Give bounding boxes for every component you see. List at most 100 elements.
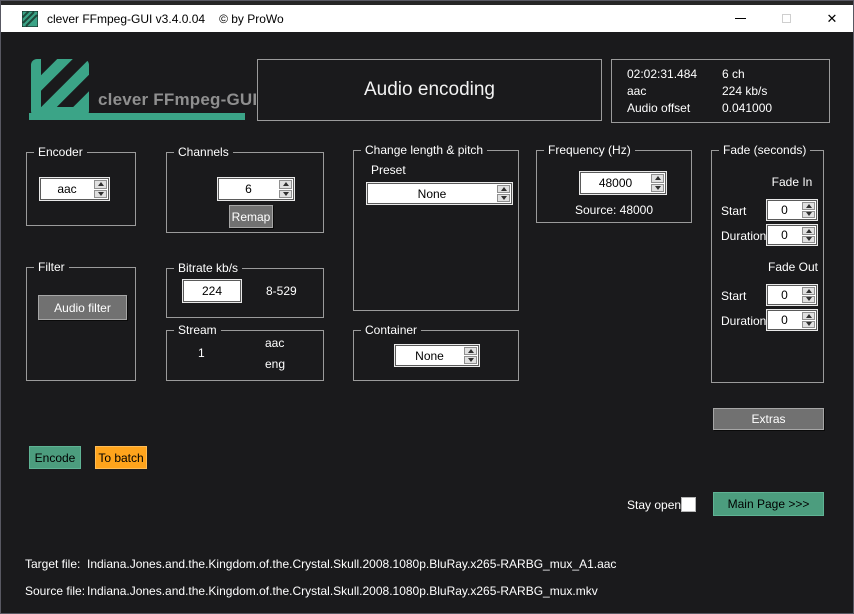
preset-up-button[interactable]: [497, 185, 510, 193]
fade-in-duration-spinner[interactable]: 0: [767, 225, 817, 245]
stay-open-label: Stay open: [627, 498, 682, 512]
encode-button[interactable]: Encode: [29, 446, 81, 469]
close-button[interactable]: ✕: [809, 5, 853, 32]
fade-in-start-value: 0: [781, 203, 788, 217]
maximize-icon: [781, 14, 791, 23]
spin-down-icon: [805, 237, 812, 242]
encoder-spinner[interactable]: aac: [40, 178, 109, 200]
frequency-spin-buttons: [650, 173, 665, 193]
spin-down-icon: [805, 212, 812, 217]
page-title-box: Audio encoding: [257, 59, 602, 121]
container-down-button[interactable]: [464, 356, 477, 364]
fade-in-duration-up-button[interactable]: [802, 227, 815, 235]
stream-language: eng: [265, 357, 286, 371]
channels-value: 6: [245, 182, 252, 196]
to-batch-button[interactable]: To batch: [95, 446, 147, 469]
container-value: None: [415, 348, 444, 363]
fade-in-header: Fade In: [771, 175, 813, 189]
encoder-value: aac: [57, 182, 77, 196]
media-info-panel: 02:02:31.484 6 ch aac 224 kb/s Audio off…: [611, 59, 830, 123]
spin-up-icon: [805, 313, 812, 318]
fade-in-start-spin-buttons: [801, 201, 816, 219]
app-window: clever FFmpeg-GUI v3.4.0.04 © by ProWo ✕…: [0, 0, 854, 614]
fade-out-start-down-button[interactable]: [802, 295, 815, 303]
window-controls: ✕: [717, 5, 853, 32]
container-spinner[interactable]: None: [395, 345, 479, 366]
fade-group-label: Fade (seconds): [719, 143, 811, 158]
app-logo-text: clever FFmpeg-GUI: [98, 90, 258, 109]
channels-spinner[interactable]: 6: [218, 178, 294, 200]
stream-codec: aac: [265, 336, 285, 350]
media-info-grid: 02:02:31.484 6 ch aac 224 kb/s Audio off…: [627, 66, 829, 117]
info-bitrate: 224 kb/s: [722, 84, 768, 98]
fade-out-duration-spin-buttons: [801, 311, 816, 329]
fade-out-duration-spinner[interactable]: 0: [767, 310, 817, 330]
bitrate-input[interactable]: 224: [183, 280, 241, 302]
window-title: clever FFmpeg-GUI v3.4.0.04: [47, 11, 206, 26]
minimize-icon: [734, 18, 746, 19]
main-page-button[interactable]: Main Page >>>: [713, 492, 824, 516]
source-file-label: Source file:: [25, 584, 86, 598]
encoder-up-button[interactable]: [94, 180, 107, 189]
spin-up-icon: [282, 182, 289, 187]
stream-group-label: Stream: [174, 323, 221, 338]
fade-in-duration-spin-buttons: [801, 226, 816, 244]
spin-down-icon: [805, 322, 812, 327]
filter-group: Filter Audio filter: [26, 260, 136, 381]
channels-down-button[interactable]: [279, 189, 292, 198]
preset-spin-buttons: [496, 184, 511, 203]
info-channels: 6 ch: [722, 67, 745, 81]
spin-down-icon: [282, 191, 289, 196]
spin-up-icon: [467, 349, 474, 353]
app-icon[interactable]: [22, 10, 38, 27]
frequency-value: 48000: [598, 176, 633, 190]
fade-in-duration-down-button[interactable]: [802, 235, 815, 243]
spin-up-icon: [805, 228, 812, 233]
minimize-button[interactable]: [717, 5, 763, 32]
preset-label: Preset: [371, 163, 406, 177]
frequency-spinner[interactable]: 48000: [580, 172, 666, 194]
channels-group-label: Channels: [174, 145, 233, 160]
target-file-path: Indiana.Jones.and.the.Kingdom.of.the.Cry…: [87, 557, 617, 571]
fade-out-duration-down-button[interactable]: [802, 320, 815, 328]
spin-up-icon: [805, 288, 812, 293]
encoder-down-button[interactable]: [94, 189, 107, 198]
page-title: Audio encoding: [364, 79, 495, 100]
app-logo-icon: [31, 59, 89, 117]
fade-out-duration-up-button[interactable]: [802, 312, 815, 320]
container-up-button[interactable]: [464, 347, 477, 355]
close-icon: ✕: [826, 11, 838, 26]
logo-underline: [29, 113, 245, 120]
fade-in-start-spinner[interactable]: 0: [767, 200, 817, 220]
fade-out-start-value: 0: [781, 288, 788, 302]
filter-group-label: Filter: [34, 260, 69, 275]
bitrate-group-label: Bitrate kb/s: [174, 261, 243, 276]
audio-filter-button[interactable]: Audio filter: [38, 295, 127, 320]
spin-down-icon: [97, 191, 104, 196]
fade-out-duration-label: Duration: [721, 314, 767, 328]
frequency-up-button[interactable]: [651, 174, 664, 183]
fade-out-start-spinner[interactable]: 0: [767, 285, 817, 305]
title-bar: clever FFmpeg-GUI v3.4.0.04 © by ProWo ✕: [1, 5, 853, 32]
preset-down-button[interactable]: [497, 194, 510, 202]
spin-up-icon: [654, 176, 661, 181]
extras-button[interactable]: Extras: [713, 408, 824, 430]
frequency-source-label: Source: 48000: [574, 203, 654, 217]
fade-out-start-up-button[interactable]: [802, 287, 815, 295]
stay-open-checkbox[interactable]: [681, 497, 696, 512]
frequency-group-label: Frequency (Hz): [544, 143, 635, 158]
frequency-down-button[interactable]: [651, 183, 664, 192]
preset-spinner[interactable]: None: [367, 183, 512, 204]
fade-in-start-down-button[interactable]: [802, 210, 815, 218]
info-audio-offset-value: 0.041000: [722, 101, 773, 115]
channels-up-button[interactable]: [279, 180, 292, 189]
fade-in-start-up-button[interactable]: [802, 202, 815, 210]
maximize-button[interactable]: [763, 5, 809, 32]
encoder-group: Encoder aac: [26, 145, 136, 226]
fade-out-start-label: Start: [721, 289, 747, 303]
encoder-group-label: Encoder: [34, 145, 87, 160]
remap-button[interactable]: Remap: [229, 205, 273, 228]
channels-spin-buttons: [278, 179, 293, 199]
fade-in-duration-label: Duration: [721, 229, 767, 243]
fade-in-duration-value: 0: [781, 228, 788, 242]
